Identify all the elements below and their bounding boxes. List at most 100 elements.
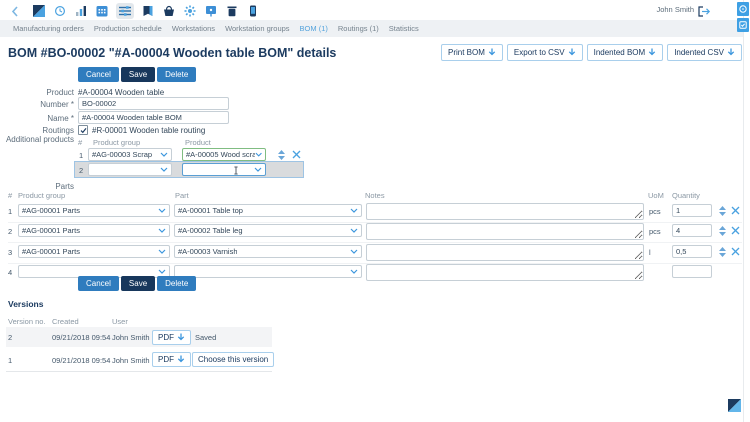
book-icon[interactable]	[141, 4, 155, 18]
part-group-value: #AG-00001 Parts	[22, 226, 80, 235]
ap-header-group: Product group	[93, 138, 140, 147]
ap-group-select[interactable]	[88, 163, 172, 176]
part-row-delete-icon[interactable]	[731, 247, 740, 256]
corner-logo-icon[interactable]	[728, 399, 741, 412]
part-notes-input[interactable]	[366, 223, 644, 240]
save-button[interactable]: Save	[121, 276, 155, 291]
part-quantity-input[interactable]	[672, 265, 712, 278]
part-notes-input[interactable]	[366, 203, 644, 220]
bom-list-icon[interactable]	[116, 3, 134, 19]
scrollbar[interactable]	[743, 0, 750, 422]
ap-row-sort-handle[interactable]	[278, 150, 285, 160]
version-created: 09/21/2018 09:54	[52, 356, 110, 365]
part-row-sort-handle[interactable]	[719, 206, 726, 216]
nav-production-schedule[interactable]: Production schedule	[94, 24, 162, 33]
ap-product-select-focused[interactable]	[182, 163, 266, 176]
ap-group-select[interactable]: #AG-00003 Scrap	[88, 148, 172, 161]
download-arrow-icon	[727, 48, 735, 57]
ap-row-delete-icon[interactable]	[292, 150, 301, 159]
part-row-delete-icon[interactable]	[731, 226, 740, 235]
parts-header-uom: UoM	[648, 191, 664, 200]
nav-bom[interactable]: BOM (1)	[300, 24, 328, 33]
clock-icon[interactable]	[53, 4, 67, 18]
pdf-label: PDF	[158, 333, 174, 342]
basket-icon[interactable]	[162, 4, 176, 18]
calendar-icon[interactable]	[95, 4, 109, 18]
part-row-number: 2	[8, 227, 12, 236]
export-csv-button[interactable]: Export to CSV	[507, 44, 583, 61]
cancel-button[interactable]: Cancel	[78, 276, 119, 291]
app-window: John Smith Manufacturing orders Producti…	[0, 0, 750, 422]
print-bom-button[interactable]: Print BOM	[441, 44, 503, 61]
indented-csv-button[interactable]: Indented CSV	[667, 44, 742, 61]
nav-routings[interactable]: Routings (1)	[338, 24, 379, 33]
top-action-buttons: Cancel Save Delete	[78, 67, 196, 82]
nav-statistics[interactable]: Statistics	[389, 24, 419, 33]
gear-icon[interactable]	[183, 4, 197, 18]
part-group-select[interactable]: #AG-00001 Parts	[18, 245, 170, 258]
part-quantity-input[interactable]	[672, 245, 712, 258]
cancel-button[interactable]: Cancel	[78, 67, 119, 82]
part-value: #A-00002 Table leg	[178, 226, 243, 235]
part-row-sort-handle[interactable]	[719, 247, 726, 257]
text-cursor-icon	[233, 166, 239, 175]
part-select[interactable]: #A-00002 Table leg	[174, 224, 362, 237]
chevron-down-icon	[160, 167, 168, 172]
indented-bom-button[interactable]: Indented BOM	[587, 44, 664, 61]
additional-products-label: Additional products	[0, 135, 74, 144]
delete-button[interactable]: Delete	[157, 67, 196, 82]
ap-row-number: 2	[79, 166, 83, 175]
ap-header-product: Product	[185, 138, 211, 147]
save-button[interactable]: Save	[121, 67, 155, 82]
versions-header-created: Created	[52, 317, 79, 326]
nav-workstation-groups[interactable]: Workstation groups	[225, 24, 289, 33]
chevron-down-icon	[158, 269, 166, 274]
choose-version-button[interactable]: Choose this version	[192, 352, 274, 367]
part-notes-input[interactable]	[366, 244, 644, 261]
bottom-action-buttons: Cancel Save Delete	[78, 276, 196, 291]
nav-workstations[interactable]: Workstations	[172, 24, 215, 33]
bar-chart-icon[interactable]	[74, 4, 88, 18]
logo-icon[interactable]	[32, 4, 46, 18]
pdf-download-button[interactable]: PDF	[152, 352, 191, 367]
board-icon[interactable]	[204, 4, 218, 18]
part-quantity-input[interactable]	[672, 224, 712, 237]
part-group-select[interactable]: #AG-00001 Parts	[18, 204, 170, 217]
ap-group-value: #AG-00003 Scrap	[92, 150, 152, 159]
parts-header-group: Product group	[18, 191, 65, 200]
export-csv-label: Export to CSV	[514, 48, 565, 57]
part-group-value: #AG-00001 Parts	[22, 206, 80, 215]
floating-buttons	[737, 2, 749, 32]
part-notes-input[interactable]	[366, 264, 644, 281]
ap-header-num: #	[78, 138, 82, 147]
part-row-number: 4	[8, 268, 12, 277]
pdf-download-button[interactable]: PDF	[152, 330, 191, 345]
part-select[interactable]: #A-00003 Varnish	[174, 245, 362, 258]
ap-product-select[interactable]: #A-00005 Wood scrap	[182, 148, 266, 161]
part-row-sort-handle[interactable]	[719, 226, 726, 236]
chevron-down-icon	[160, 152, 168, 157]
help-icon[interactable]	[737, 2, 749, 16]
phone-icon[interactable]	[246, 4, 260, 18]
name-input[interactable]	[78, 111, 229, 124]
parts-header-qty: Quantity	[672, 191, 700, 200]
part-quantity-input[interactable]	[672, 204, 712, 217]
logout-icon[interactable]	[698, 4, 712, 15]
export-button-row: Print BOM Export to CSV Indented BOM Ind…	[441, 44, 742, 61]
nav-manufacturing-orders[interactable]: Manufacturing orders	[13, 24, 84, 33]
feedback-icon[interactable]	[737, 18, 749, 32]
delete-button[interactable]: Delete	[157, 276, 196, 291]
parts-header-notes: Notes	[365, 191, 385, 200]
parts-header-num: #	[8, 191, 12, 200]
part-row-delete-icon[interactable]	[731, 206, 740, 215]
part-group-select[interactable]: #AG-00001 Parts	[18, 224, 170, 237]
top-toolbar: John Smith	[0, 0, 750, 20]
part-select[interactable]	[174, 265, 362, 278]
versions-header-no: Version no.	[8, 317, 46, 326]
number-input[interactable]	[78, 97, 229, 110]
back-chevron-icon[interactable]	[10, 4, 19, 18]
download-arrow-icon	[177, 333, 185, 342]
part-select[interactable]: #A-00001 Table top	[174, 204, 362, 217]
trash-icon[interactable]	[225, 4, 239, 18]
routing-checkbox[interactable]	[78, 125, 88, 135]
